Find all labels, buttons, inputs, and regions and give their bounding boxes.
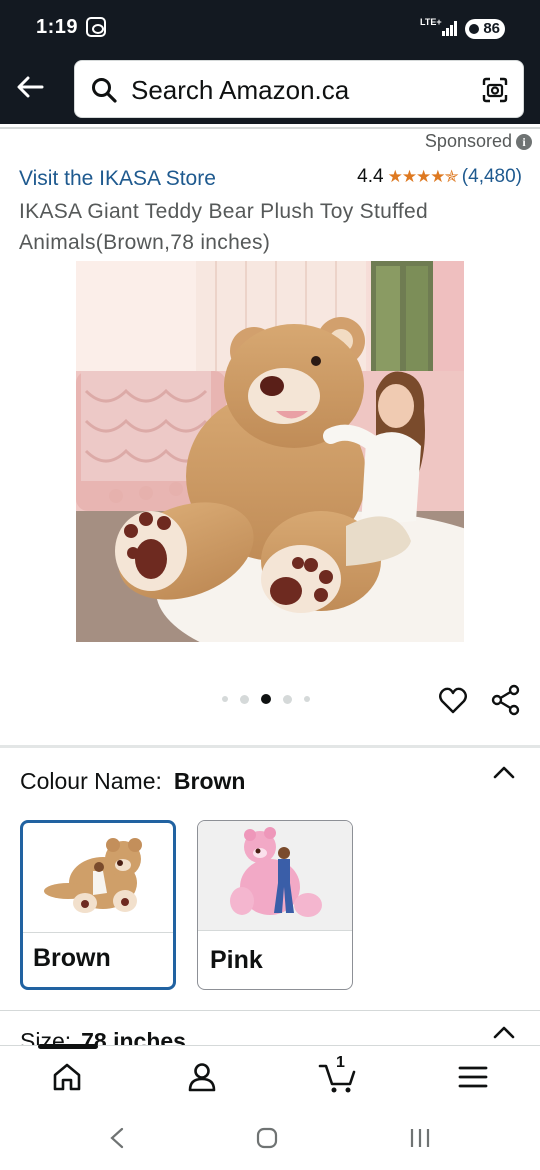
sponsored-label[interactable]: Sponsored i: [425, 131, 532, 152]
system-back-icon[interactable]: [108, 1127, 126, 1149]
chevron-up-icon[interactable]: [492, 762, 516, 782]
search-bar[interactable]: [74, 60, 524, 118]
product-image[interactable]: [76, 261, 464, 642]
image-carousel-dots: [222, 692, 310, 706]
carousel-dot[interactable]: [283, 694, 292, 704]
search-input[interactable]: [131, 73, 461, 107]
cart-button[interactable]: 1: [318, 1054, 358, 1094]
battery-indicator: 86: [465, 19, 505, 39]
star-rating-icon: ★★★★✯: [387, 167, 459, 186]
carousel-dot[interactable]: [304, 696, 310, 702]
swatch-brown-label: Brown: [33, 944, 111, 972]
swatch-pink-label: Pink: [210, 946, 263, 974]
swatch-pink[interactable]: Pink: [197, 820, 353, 990]
camera-search-icon[interactable]: [481, 76, 509, 104]
bottom-nav: 1: [0, 1044, 540, 1107]
swatch-pink-image: [198, 821, 352, 931]
store-link[interactable]: Visit the IKASA Store: [19, 167, 216, 191]
teddy-bear-photo: [76, 261, 464, 642]
active-tab-indicator: [38, 1044, 98, 1049]
rating-summary[interactable]: 4.4 ★★★★✯ (4,480): [357, 166, 522, 188]
header-divider: [0, 127, 540, 129]
system-nav-bar: [0, 1107, 540, 1170]
rating-count-link[interactable]: (4,480): [462, 166, 522, 188]
back-arrow-icon: [17, 76, 44, 98]
share-icon[interactable]: [490, 684, 522, 716]
sponsored-text: Sponsored: [424, 131, 512, 151]
status-bar: 1:19 LTE+ 86: [0, 0, 540, 58]
carousel-dot-active[interactable]: [261, 694, 271, 704]
home-icon[interactable]: [50, 1060, 84, 1094]
system-home-icon[interactable]: [256, 1127, 278, 1149]
size-selected-value: 78 inches: [81, 1028, 186, 1046]
colour-selected-value: Brown: [173, 768, 246, 794]
notification-icon: [86, 17, 106, 37]
section-divider: [0, 1010, 540, 1011]
system-recents-icon[interactable]: [408, 1127, 432, 1149]
signal-icon: [442, 20, 460, 36]
section-divider: [0, 745, 540, 748]
network-type: LTE+: [420, 17, 442, 27]
product-title: IKASA Giant Teddy Bear Plush Toy Stuffed…: [19, 200, 428, 254]
search-icon: [92, 78, 117, 103]
carousel-dot[interactable]: [240, 694, 249, 704]
chevron-up-icon[interactable]: [492, 1022, 516, 1042]
back-button[interactable]: [12, 72, 48, 102]
status-time: 1:19: [36, 16, 79, 38]
colour-variation-header[interactable]: Colour Name: Brown: [20, 768, 245, 795]
colour-label: Colour Name:: [20, 768, 162, 794]
menu-icon[interactable]: [456, 1060, 490, 1094]
account-icon[interactable]: [185, 1060, 219, 1094]
heart-icon[interactable]: [438, 686, 468, 716]
rating-value: 4.4: [357, 166, 384, 187]
swatch-brown-image: [23, 823, 173, 933]
search-header: [0, 58, 540, 124]
cart-count: 1: [336, 1054, 345, 1071]
swatch-brown[interactable]: Brown: [20, 820, 176, 990]
info-icon: i: [516, 133, 532, 150]
carousel-dot[interactable]: [222, 696, 228, 702]
